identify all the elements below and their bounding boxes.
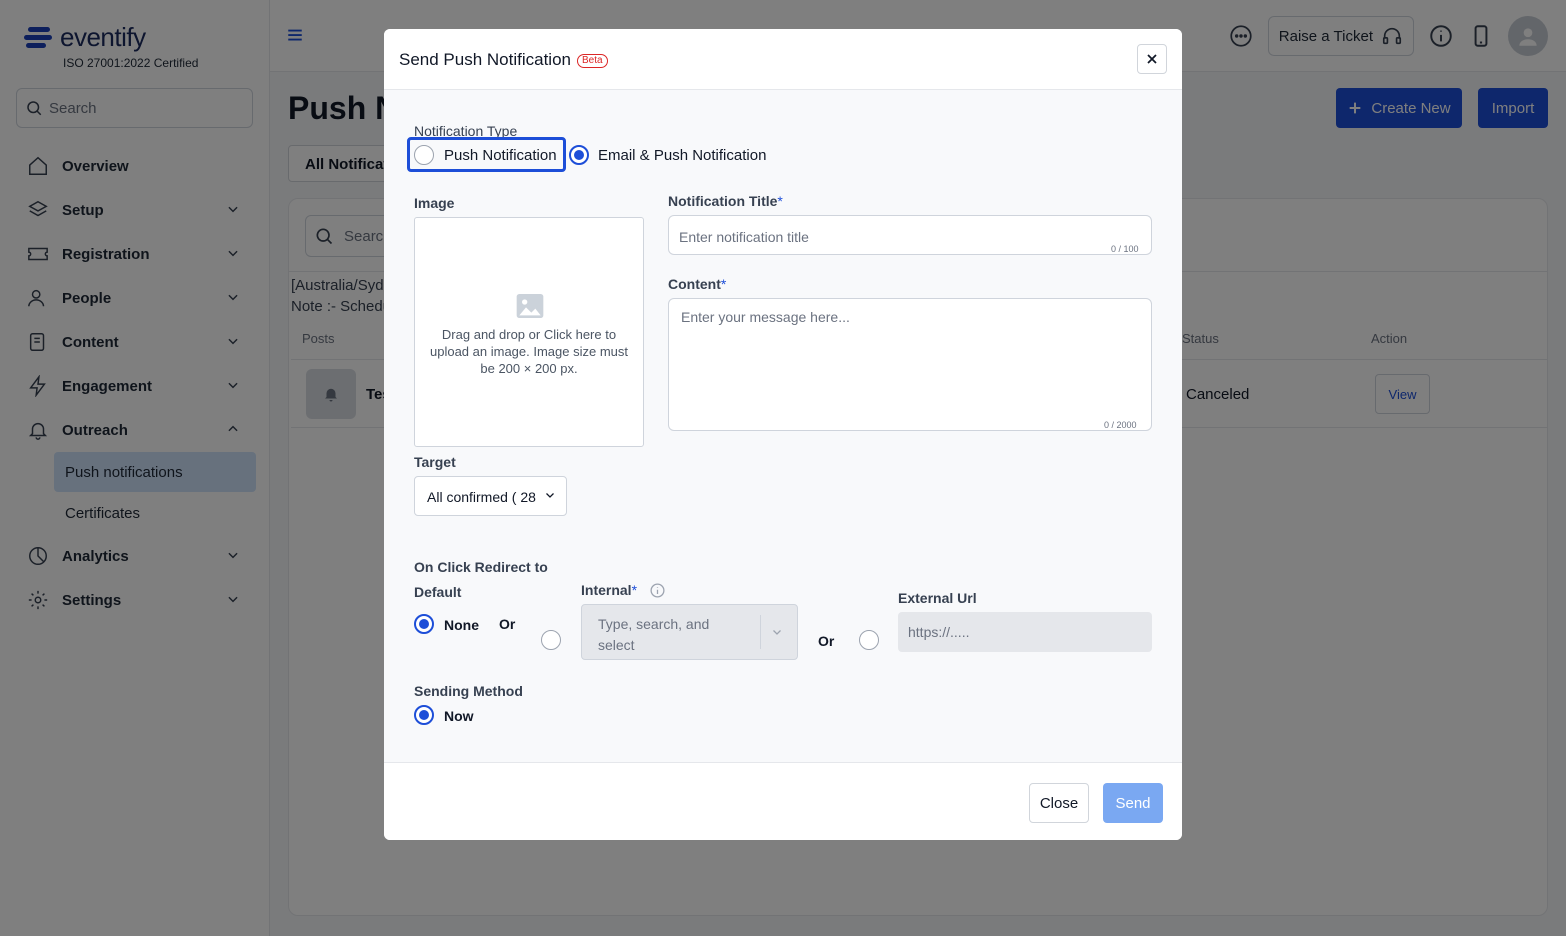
- beta-badge: Beta: [577, 54, 608, 68]
- close-modal-button[interactable]: [1137, 44, 1167, 74]
- or-separator: Or: [499, 616, 516, 632]
- push-notification-label[interactable]: Push Notification: [444, 147, 557, 164]
- redirect-label: On Click Redirect to: [414, 559, 548, 575]
- upload-instructions: Drag and drop or Click here to upload an…: [430, 327, 628, 376]
- info-icon[interactable]: [649, 582, 666, 599]
- internal-label-text: Internal: [581, 582, 632, 598]
- default-label: Default: [414, 584, 461, 600]
- redirect-internal-radio[interactable]: [541, 630, 561, 650]
- notification-title-label: Notification Title*: [668, 193, 783, 209]
- default-label-text: Default: [414, 584, 462, 600]
- external-url-placeholder: https://.....: [908, 624, 970, 640]
- target-label-text: Target: [414, 454, 456, 470]
- content-label: Content*: [668, 276, 726, 292]
- target-label: Target: [414, 454, 456, 470]
- redirect-label-text: On Click Redirect to: [414, 559, 548, 575]
- content-placeholder: Enter your message here...: [681, 309, 850, 325]
- redirect-none-radio[interactable]: [414, 614, 434, 634]
- notification-title-label-text: Notification Title: [668, 193, 778, 209]
- redirect-external-radio[interactable]: [859, 630, 879, 650]
- email-push-notification-label[interactable]: Email & Push Notification: [598, 147, 766, 164]
- push-notification-radio[interactable]: [414, 145, 434, 165]
- required-mark: *: [631, 582, 638, 598]
- send-push-notification-modal: Send Push Notification Beta Notification…: [384, 29, 1182, 840]
- sending-method-label-text: Sending Method: [414, 683, 523, 699]
- internal-page-select[interactable]: Type, search, and select: [581, 604, 798, 660]
- required-mark: *: [720, 276, 727, 292]
- redirect-none-label[interactable]: None: [444, 617, 479, 633]
- close-button[interactable]: Close: [1029, 783, 1089, 823]
- external-url-label: External Url: [898, 590, 977, 606]
- external-url-input[interactable]: https://.....: [898, 612, 1152, 652]
- modal-header: Send Push Notification Beta: [384, 29, 1182, 90]
- send-now-label[interactable]: Now: [444, 708, 474, 724]
- divider: [760, 615, 761, 649]
- sending-method-label: Sending Method: [414, 683, 523, 699]
- image-label: Image: [414, 195, 454, 211]
- image-label-text: Image: [414, 195, 455, 211]
- modal-title: Send Push Notification: [399, 50, 571, 69]
- internal-label: Internal*: [581, 582, 637, 598]
- content-char-counter: 0 / 2000: [1104, 420, 1137, 430]
- image-upload-dropzone[interactable]: Drag and drop or Click here to upload an…: [414, 217, 644, 447]
- email-push-notification-radio[interactable]: [569, 145, 589, 165]
- target-select[interactable]: All confirmed ( 28: [414, 476, 567, 516]
- notification-title-input[interactable]: Enter notification title: [668, 215, 1152, 255]
- chevron-down-icon: [546, 493, 554, 498]
- external-url-label-text: External Url: [898, 590, 977, 606]
- notification-title-placeholder: Enter notification title: [679, 229, 809, 245]
- close-icon: [1147, 54, 1157, 64]
- send-button[interactable]: Send: [1103, 783, 1163, 823]
- chevron-down-icon: [773, 630, 781, 635]
- image-placeholder-icon: [516, 294, 544, 318]
- or-separator: Or: [818, 633, 835, 649]
- title-char-counter: 0 / 100: [1111, 244, 1139, 254]
- content-label-text: Content: [668, 276, 721, 292]
- internal-select-placeholder: Type, search, and select: [598, 616, 710, 653]
- target-select-value: All confirmed ( 28: [427, 489, 536, 505]
- required-mark: *: [777, 193, 783, 209]
- modal-footer: Close Send: [384, 762, 1182, 840]
- send-now-radio[interactable]: [414, 705, 434, 725]
- content-textarea[interactable]: Enter your message here...: [668, 298, 1152, 431]
